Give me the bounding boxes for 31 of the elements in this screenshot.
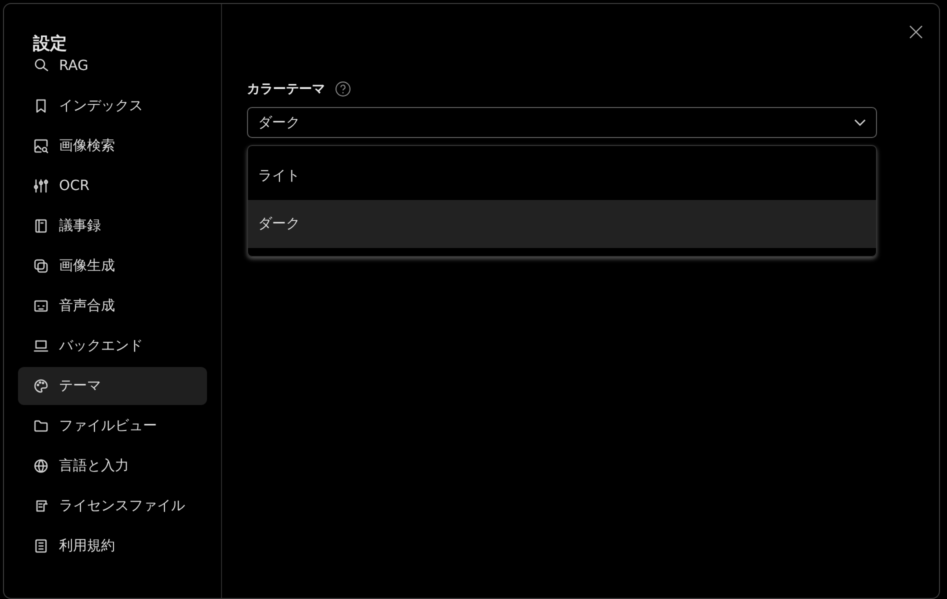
sidebar-item[interactable]: 画像検索	[18, 127, 207, 165]
sidebar-item[interactable]: 議事録	[18, 207, 207, 245]
sidebar-item[interactable]: 言語と入力	[18, 447, 207, 485]
globe-icon	[33, 458, 49, 474]
help-icon[interactable]	[335, 81, 351, 97]
sidebar-item[interactable]: 画像生成	[18, 247, 207, 285]
sidebar-item[interactable]: 音声合成	[18, 287, 207, 325]
image-search-icon	[33, 138, 49, 154]
sliders-icon	[33, 178, 49, 194]
sidebar-item[interactable]: インデックス	[18, 87, 207, 125]
folder-icon	[33, 418, 49, 434]
theme-dropdown[interactable]: ダーク	[247, 107, 877, 138]
sidebar-title: 設定	[33, 34, 68, 54]
search-icon	[33, 58, 49, 74]
sidebar-item[interactable]: ファイルビュー	[18, 407, 207, 445]
notebook-icon	[33, 218, 49, 234]
sidebar-item[interactable]: ライセンスファイル	[18, 487, 207, 525]
copy-icon	[33, 258, 49, 274]
dropdown-option[interactable]: ダーク	[248, 200, 876, 248]
field-label: カラーテーマ	[247, 81, 325, 98]
sidebar-item[interactable]: 利用規約	[18, 527, 207, 565]
sidebar-item[interactable]: バックエンド	[18, 327, 207, 365]
screen-icon	[33, 298, 49, 314]
chevron-icon	[854, 118, 866, 126]
close-icon[interactable]	[909, 25, 923, 39]
dropdown-option[interactable]: ライト	[248, 152, 876, 200]
document-icon	[33, 538, 49, 554]
sidebar-item[interactable]: テーマ	[18, 367, 207, 405]
palette-icon	[33, 378, 49, 394]
sidebar-item[interactable]: OCR	[18, 167, 207, 205]
laptop-icon	[33, 338, 49, 354]
